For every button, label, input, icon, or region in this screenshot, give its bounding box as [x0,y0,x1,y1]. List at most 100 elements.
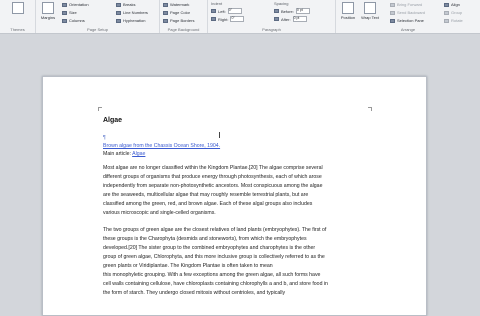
hyphenation-icon [116,18,121,23]
indent-right-input[interactable]: 0" [230,16,245,22]
hyphenation-button[interactable]: Hyphenation [116,18,145,23]
spacing-before-label: Before: [281,8,294,14]
breaks-button[interactable]: Breaks [116,2,135,7]
group-button[interactable]: Group [444,10,462,15]
page-color-button[interactable]: Page Color [163,10,190,15]
page-background-group: Watermark Page Color Page Borders Page B… [160,0,208,33]
rotate-label: Rotate [451,18,463,23]
orientation-label: Orientation [69,2,89,7]
margins-label: Margins [40,15,56,20]
themes-group-label: Themes [10,27,25,32]
breaks-icon [116,2,121,7]
group-icon [444,10,449,15]
watermark-label: Watermark [170,2,190,7]
indent-left-row: Left: 0" [211,8,242,14]
align-button[interactable]: Align [444,2,460,7]
image-caption-link[interactable]: Brown algae from the Chassis Ocean Shore… [103,143,220,149]
paragraph-2-line: cell walls containing cellulose, have ch… [103,281,328,287]
document-page[interactable]: Algae ¶ Brown algae from the Chassis Oce… [42,76,427,316]
page-background-group-label: Page Background [167,27,200,32]
themes-button[interactable] [9,2,27,24]
main-article-link[interactable]: Algae [132,151,145,157]
breaks-label: Breaks [123,2,136,7]
spacing-after-label: After: [281,16,291,22]
margin-corner-mark [368,107,372,111]
page-borders-label: Page Borders [170,18,195,23]
size-button[interactable]: Size [62,10,77,15]
pilcrow-mark: ¶ [103,135,106,141]
indent-left-input[interactable]: 0" [227,8,242,14]
wrap-text-icon [364,2,376,14]
indent-heading: Indent [211,1,223,6]
group-label: Group [451,10,463,15]
orientation-icon [62,2,67,7]
selection-pane-icon [390,18,395,23]
paragraph-1-line: various microscopic and single-celled or… [103,210,216,216]
send-backward-label: Send Backward [397,10,426,15]
spacing-before-input[interactable]: 0 pt [295,8,310,14]
spacing-before-icon [274,9,279,13]
hyphenation-label: Hyphenation [123,18,146,23]
paragraph-1-line: independently from separate non-photosyn… [103,183,323,189]
paragraph-2-line: this monophyletic grouping. With a few e… [103,272,321,278]
spacing-after-icon [274,17,279,21]
line-numbers-button[interactable]: Line Numbers [116,10,148,15]
paragraph-2-line: group of green algae, Chlorophyta, and t… [103,254,325,260]
send-backward-icon [390,10,395,15]
paragraph-2-line: these groups is the Charophyta (desmids … [103,236,307,242]
position-label: Position [340,15,356,20]
themes-group: Themes [0,0,36,33]
size-label: Size [69,10,77,15]
paragraph-1-line: different groups of organisms that produ… [103,174,322,180]
wrap-text-button[interactable]: Wrap Text [361,2,379,24]
indent-left-icon [211,9,216,13]
indent-right-icon [211,17,216,21]
selection-pane-label: Selection Pane [397,18,424,23]
line-numbers-label: Line Numbers [123,10,148,15]
main-article-line: Main article: Algae [103,151,145,157]
watermark-icon [163,2,168,7]
page-borders-button[interactable]: Page Borders [163,18,194,23]
arrange-group: Position Wrap Text Bring Forward Send Ba… [336,0,480,33]
margins-button[interactable]: Margins [39,2,57,24]
page-setup-group-label: Page Setup [87,27,108,32]
position-button[interactable]: Position [339,2,357,24]
paragraph-group-label: Paragraph [262,27,281,32]
arrange-group-label: Arrange [400,27,416,32]
orientation-button[interactable]: Orientation [62,2,89,7]
spacing-before-row: Before: 0 pt [274,8,310,14]
document-workspace: Algae ¶ Brown algae from the Chassis Oce… [0,34,480,316]
themes-icon [12,2,24,14]
columns-icon [62,18,67,23]
bring-forward-icon [390,2,395,7]
bring-forward-label: Bring Forward [397,2,423,7]
rotate-button[interactable]: Rotate [444,18,463,23]
spacing-after-row: After: 0 pt [274,16,307,22]
document-title: Algae [103,117,123,124]
text-cursor [219,132,220,138]
columns-button[interactable]: Columns [62,18,85,23]
image-caption: Brown algae from the Chassis Ocean Shore… [103,143,220,149]
page-setup-group: Margins Orientation Size Columns Breaks … [36,0,160,33]
paragraph-1-line: classified among the green, red, and bro… [103,201,313,207]
paragraph-2-line: The two groups of green algae are the cl… [103,227,327,233]
align-label: Align [451,2,460,7]
watermark-button[interactable]: Watermark [163,2,189,7]
spacing-after-input[interactable]: 0 pt [292,16,307,22]
bring-forward-button[interactable]: Bring Forward [390,2,422,7]
rotate-icon [444,18,449,23]
paragraph-2-line: developed.[20] The sister group to the c… [103,245,316,251]
paragraph-group: Indent Left: 0" Right: 0" Spacing Before: 0… [208,0,336,33]
size-icon [62,10,67,15]
spacing-heading: Spacing [274,1,289,6]
paragraph-2-line: the form of starch. They undergo closed … [103,290,286,296]
indent-left-label: Left: [218,8,226,14]
selection-pane-button[interactable]: Selection Pane [390,18,424,23]
wrap-text-label: Wrap Text [361,15,379,20]
indent-right-row: Right: 0" [211,16,245,22]
columns-label: Columns [69,18,85,23]
send-backward-button[interactable]: Send Backward [390,10,425,15]
paragraph-1-line: Most algae are no longer classified with… [103,165,323,171]
main-article-prefix: Main article: [103,151,133,157]
page-color-icon [163,10,168,15]
